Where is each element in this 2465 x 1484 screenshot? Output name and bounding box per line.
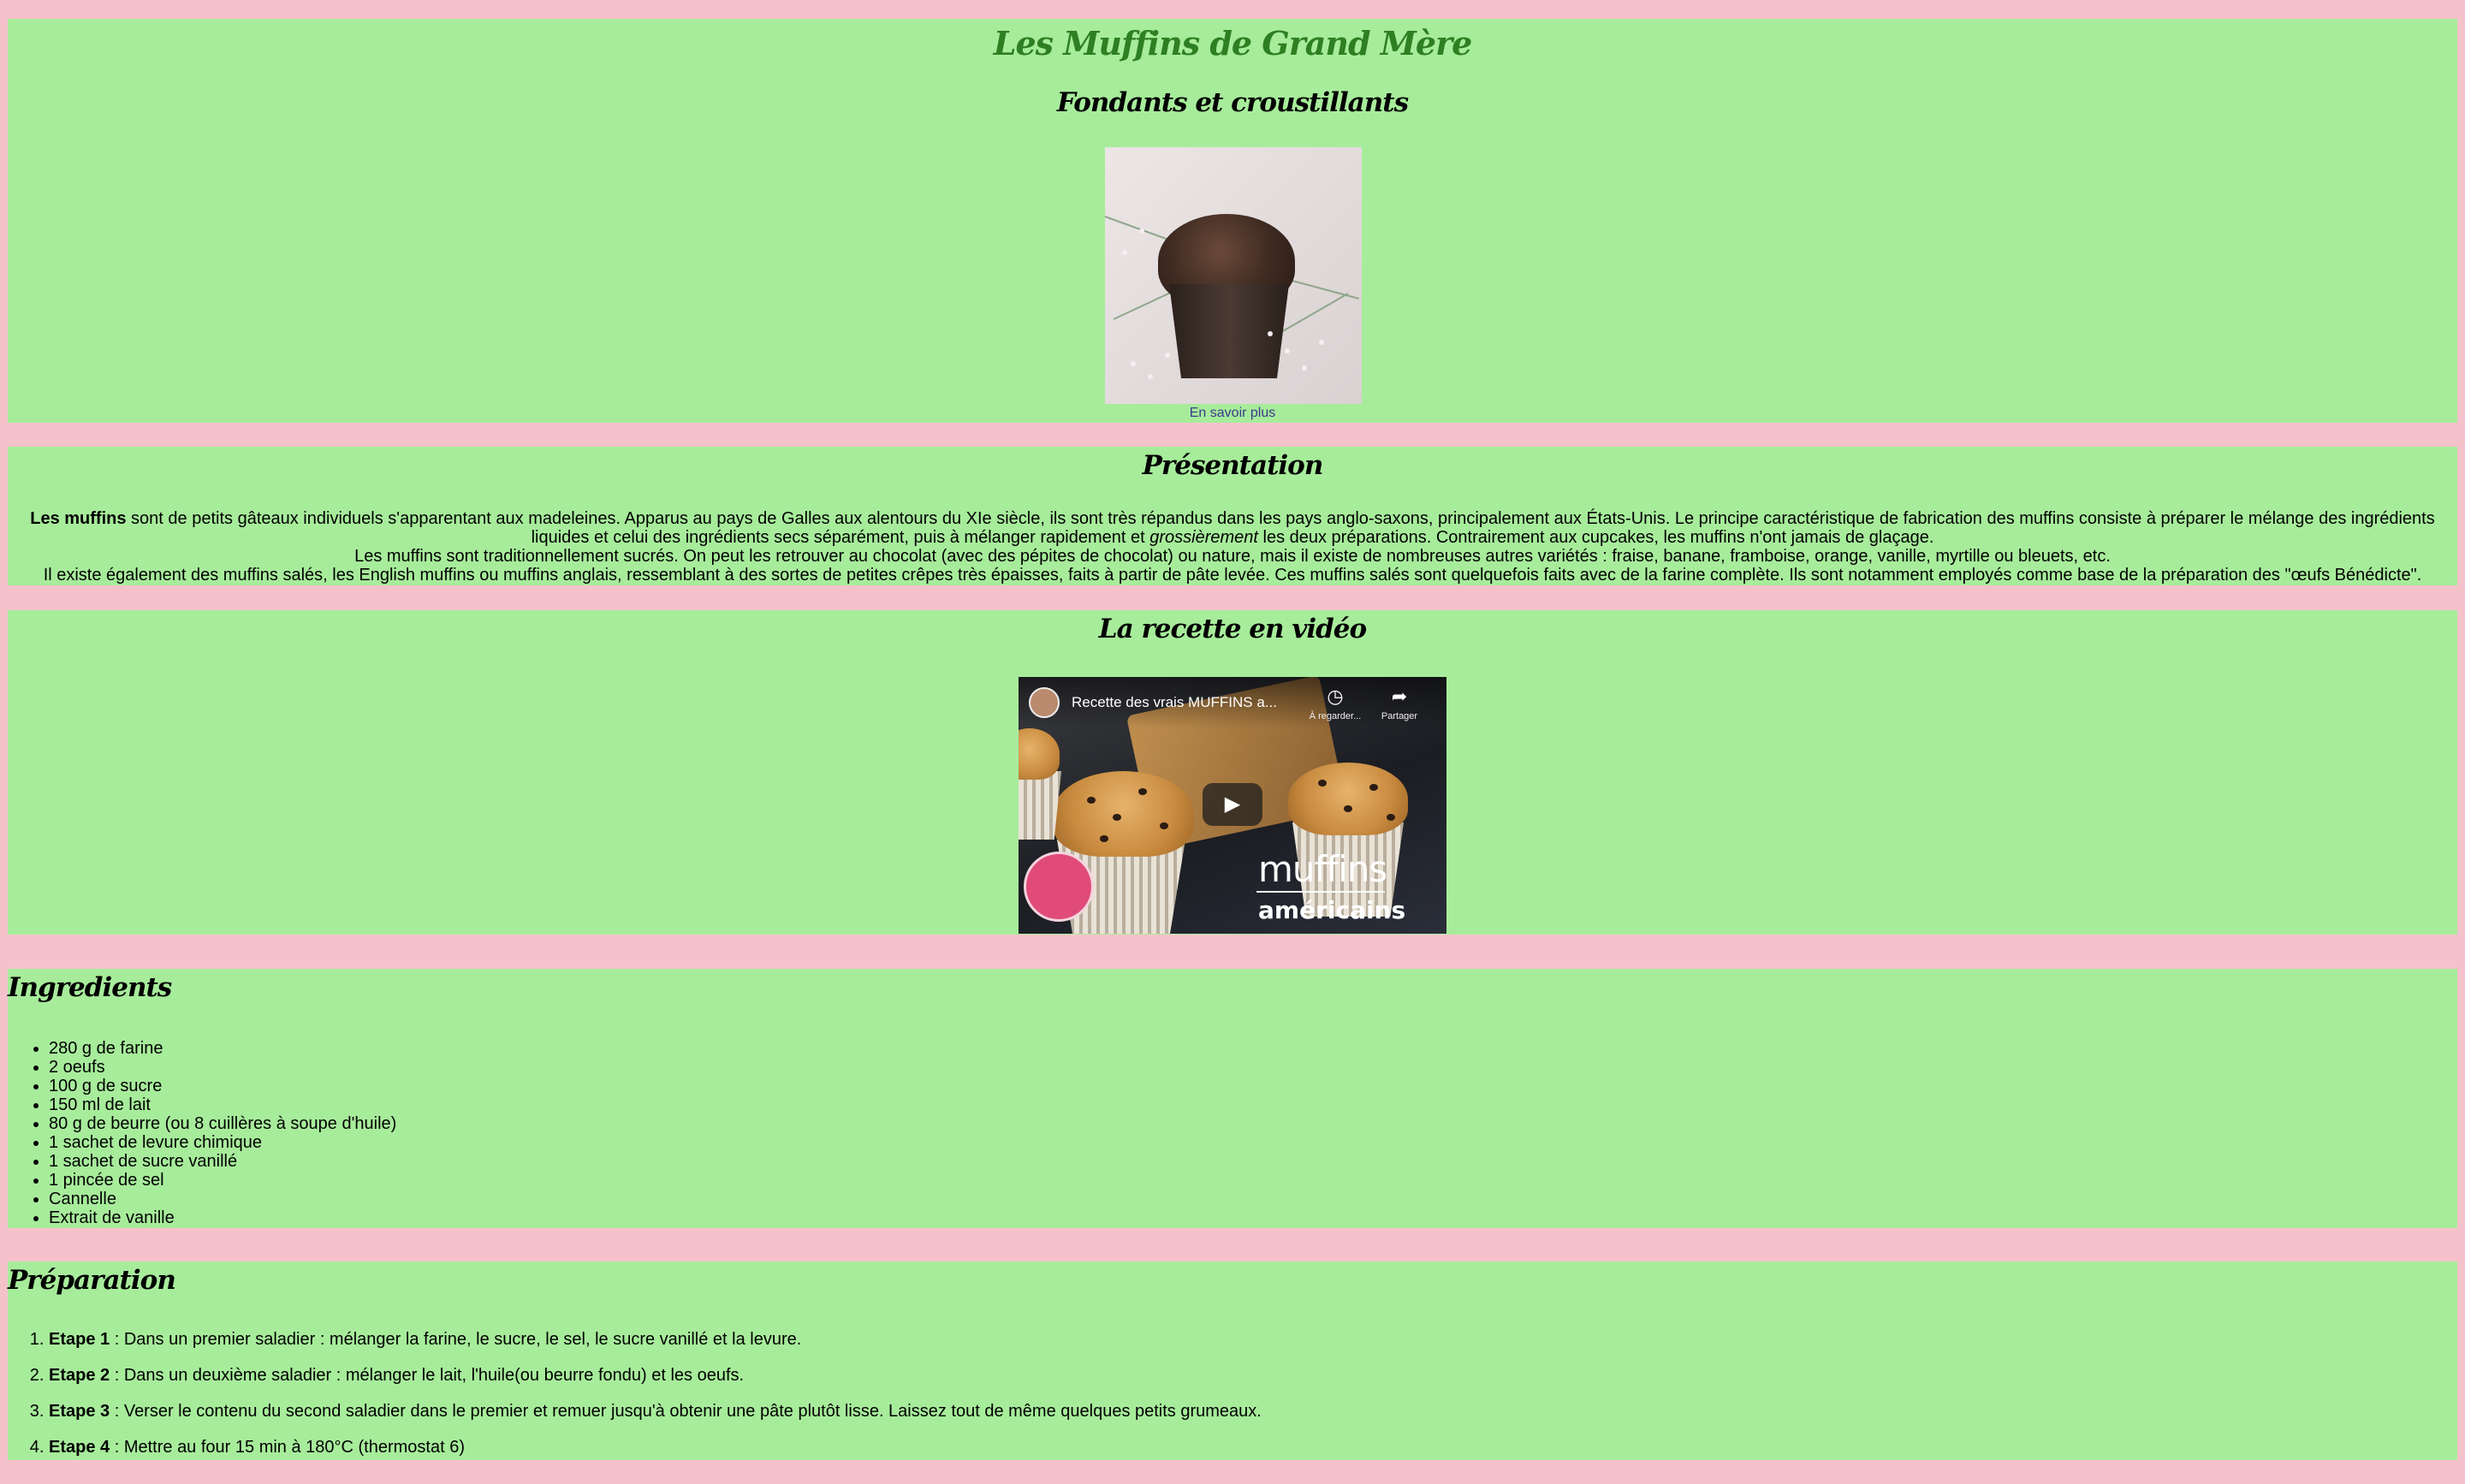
ingredient-item: 1 sachet de sucre vanillé — [49, 1152, 396, 1171]
header-section: Les Muffins de Grand Mère Fondants et cr… — [8, 19, 2457, 423]
video-brand-top: muffins — [1258, 848, 1387, 890]
play-icon: ▶ — [1224, 792, 1241, 816]
preparation-heading: Préparation — [8, 1265, 176, 1296]
ingredients-section: Ingredients 280 g de farine 2 oeufs 100 … — [8, 969, 2457, 1228]
ingredient-item: 1 sachet de levure chimique — [49, 1133, 396, 1152]
presentation-heading: Présentation — [1142, 450, 1324, 481]
presentation-line-1: Les muffins sont de petits gâteaux indiv… — [30, 509, 2435, 547]
video-heading: La recette en vidéo — [1098, 614, 1367, 644]
video-section: La recette en vidéo Recette des vrais MU… — [8, 610, 2457, 935]
preparation-section: Préparation Etape 1 : Dans un premier sa… — [8, 1261, 2457, 1460]
preparation-step: Etape 3 : Verser le contenu du second sa… — [49, 1402, 1262, 1421]
preparation-step: Etape 2 : Dans un deuxième saladier : mé… — [49, 1366, 1262, 1385]
more-info-link[interactable]: En savoir plus — [8, 406, 2457, 421]
channel-avatar[interactable] — [1029, 687, 1060, 718]
watch-later-label: À regarder... — [1309, 711, 1362, 721]
presentation-line-3: Il existe également des muffins salés, l… — [43, 566, 2422, 585]
ingredient-item: 100 g de sucre — [49, 1077, 396, 1095]
ingredient-item: 1 pincée de sel — [49, 1171, 396, 1190]
video-brand-bottom: américains — [1258, 896, 1406, 924]
ingredient-item: 280 g de farine — [49, 1039, 396, 1058]
share-icon[interactable]: ➦ — [1374, 686, 1425, 708]
ingredients-list: 280 g de farine 2 oeufs 100 g de sucre 1… — [8, 1039, 396, 1227]
page-title: Les Muffins de Grand Mère — [993, 24, 1473, 62]
ingredient-item: 80 g de beurre (ou 8 cuillères à soupe d… — [49, 1114, 396, 1133]
preparation-step: Etape 1 : Dans un premier saladier : mél… — [49, 1330, 1262, 1349]
channel-logo — [1024, 852, 1094, 922]
clock-icon[interactable]: ◷ — [1310, 686, 1361, 708]
ingredient-item: 150 ml de lait — [49, 1095, 396, 1114]
preparation-step: Etape 4 : Mettre au four 15 min à 180°C … — [49, 1438, 1262, 1457]
page-subtitle: Fondants et croustillants — [1056, 87, 1409, 118]
presentation-text: Les muffins sont de petits gâteaux indiv… — [28, 509, 2437, 585]
presentation-section: Présentation Les muffins sont de petits … — [8, 447, 2457, 585]
play-button[interactable]: ▶ — [1203, 783, 1262, 826]
ingredient-item: 2 oeufs — [49, 1058, 396, 1077]
video-player[interactable]: Recette des vrais MUFFINS a... ◷ À regar… — [1019, 677, 1446, 934]
video-title[interactable]: Recette des vrais MUFFINS a... — [1072, 694, 1277, 711]
presentation-line-2: Les muffins sont traditionnellement sucr… — [354, 547, 2111, 566]
ingredient-item: Cannelle — [49, 1190, 396, 1208]
muffin-photo — [1105, 147, 1362, 404]
ingredients-heading: Ingredients — [8, 972, 172, 1003]
ingredient-item: Extrait de vanille — [49, 1208, 396, 1227]
share-label: Partager — [1381, 711, 1418, 721]
preparation-steps: Etape 1 : Dans un premier saladier : mél… — [8, 1330, 1262, 1474]
